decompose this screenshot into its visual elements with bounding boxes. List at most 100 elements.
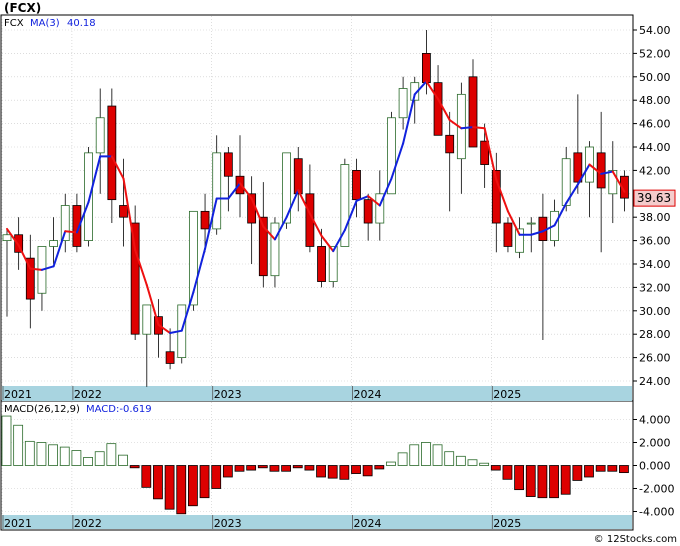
- candle-body-down: [293, 158, 303, 195]
- macd-bar-positive: [59, 446, 70, 466]
- price-y-tick-label: 52.00: [639, 47, 671, 60]
- price-y-tick-label: 54.00: [639, 24, 671, 37]
- macd-bar-positive: [467, 459, 478, 466]
- macd-x-tick-label: 2022: [74, 517, 102, 530]
- macd-bar-negative: [129, 465, 140, 469]
- legend-ma-label: MA(3): [30, 18, 60, 29]
- macd-bar-positive: [444, 451, 455, 466]
- candle-body-down: [445, 134, 455, 154]
- macd-bar-positive: [106, 443, 117, 466]
- chart-canvas: 24.00 26.00 28.00 30.00 32.00 34.00 36.00 38.00…: [0, 0, 680, 546]
- candle-body-down: [200, 210, 210, 230]
- macd-bar-negative: [153, 465, 163, 500]
- price-y-tick-label: 26.00: [639, 352, 671, 365]
- candle-body-up: [49, 240, 58, 247]
- macd-bar-negative: [560, 465, 571, 495]
- macd-x-tick-label: 2023: [214, 517, 242, 530]
- macd-bar-positive: [83, 457, 93, 466]
- price-y-tick-label: 36.00: [639, 235, 671, 248]
- macd-bar-positive: [71, 450, 82, 466]
- macd-x-tick-label: 2024: [354, 517, 382, 530]
- macd-bar-negative: [269, 465, 280, 472]
- price-x-tick-label: 2021: [4, 388, 32, 401]
- candle-body-up: [515, 228, 524, 253]
- macd-bar-positive: [1, 415, 12, 466]
- macd-bar-negative: [234, 465, 245, 472]
- macd-bar-negative: [339, 465, 350, 480]
- candle-body-down: [363, 199, 373, 224]
- candle-body-down: [165, 351, 175, 364]
- macd-bar-negative: [292, 465, 303, 469]
- candle-body-up: [2, 234, 12, 241]
- macd-y-tick-label: -2.000: [639, 483, 674, 496]
- candle-body-down: [223, 152, 233, 177]
- candle-body-down: [235, 175, 245, 195]
- last-price-label: 39.63: [637, 191, 671, 205]
- chart-title: (FCX): [4, 1, 41, 15]
- price-y-tick-label: 48.00: [639, 94, 671, 107]
- macd-bar-negative: [351, 465, 361, 474]
- macd-bar-negative: [246, 465, 257, 471]
- macd-bar-negative: [525, 465, 536, 497]
- candle-body-up: [526, 222, 536, 225]
- price-x-tick-label: 2023: [214, 388, 242, 401]
- macd-bar-negative: [141, 465, 152, 488]
- candle-body-up: [387, 117, 396, 195]
- legend-ma-value: 40.18: [67, 18, 96, 29]
- macd-bar-positive: [36, 442, 47, 466]
- price-x-tick-label: 2025: [493, 388, 521, 401]
- macd-bar-positive: [397, 452, 408, 466]
- watermark: © 12Stocks.com: [594, 534, 677, 545]
- macd-bar-negative: [176, 465, 187, 515]
- macd-bar-positive: [118, 454, 128, 466]
- macd-bar-negative: [490, 465, 501, 471]
- macd-bar-negative: [222, 465, 233, 478]
- price-y-tick-label: 50.00: [639, 71, 671, 84]
- macd-bar-negative: [502, 465, 513, 480]
- macd-bar-negative: [257, 465, 268, 469]
- candle-body-up: [398, 88, 408, 119]
- macd-bar-positive: [432, 444, 443, 466]
- macd-bar-positive: [13, 424, 24, 466]
- macd-bar-positive: [479, 462, 490, 466]
- macd-y-tick-label: 4.000: [639, 414, 671, 427]
- price-y-tick-label: 24.00: [639, 375, 671, 388]
- candle-body-up: [212, 152, 222, 230]
- candle-body-down: [107, 105, 117, 201]
- macd-x-tick-label: 2021: [4, 517, 32, 530]
- macd-bar-negative: [537, 465, 548, 499]
- candle-body-up: [142, 304, 152, 335]
- price-y-tick-label: 34.00: [639, 258, 671, 271]
- candle-body-up: [270, 222, 280, 277]
- candle-body-up: [84, 152, 93, 242]
- macd-bar-negative: [316, 465, 326, 478]
- candle-body-up: [608, 169, 618, 195]
- candle-body-up: [95, 117, 105, 154]
- ma-segment: [29, 267, 43, 271]
- macd-y-tick-label: -4.000: [639, 506, 674, 519]
- macd-bar-negative: [595, 465, 606, 472]
- macd-y-tick-label: 2.000: [639, 437, 671, 450]
- price-y-tick-label: 28.00: [639, 328, 671, 341]
- macd-bar-negative: [374, 465, 385, 470]
- price-x-tick-label: 2022: [74, 388, 102, 401]
- candle-body-down: [468, 76, 478, 148]
- candle-body-down: [119, 205, 128, 218]
- candle-body-down: [421, 53, 431, 84]
- candle-body-up: [60, 205, 70, 241]
- price-y-tick-label: 42.00: [639, 164, 671, 177]
- macd-bar-negative: [549, 465, 559, 499]
- legend-symbol: FCX: [4, 18, 24, 29]
- macd-bar-positive: [409, 444, 420, 466]
- candle-body-down: [130, 222, 140, 335]
- ma-segment: [64, 230, 78, 234]
- price-y-tick-label: 32.00: [639, 281, 671, 294]
- macd-bar-negative: [304, 465, 315, 471]
- macd-bar-positive: [24, 440, 35, 466]
- price-y-tick-label: 44.00: [639, 141, 671, 154]
- price-y-tick-label: 38.00: [639, 211, 671, 224]
- macd-bar-positive: [420, 442, 431, 466]
- price-x-tick-label: 2024: [354, 388, 382, 401]
- price-y-tick-label: 30.00: [639, 305, 671, 318]
- candle-body-down: [433, 82, 443, 136]
